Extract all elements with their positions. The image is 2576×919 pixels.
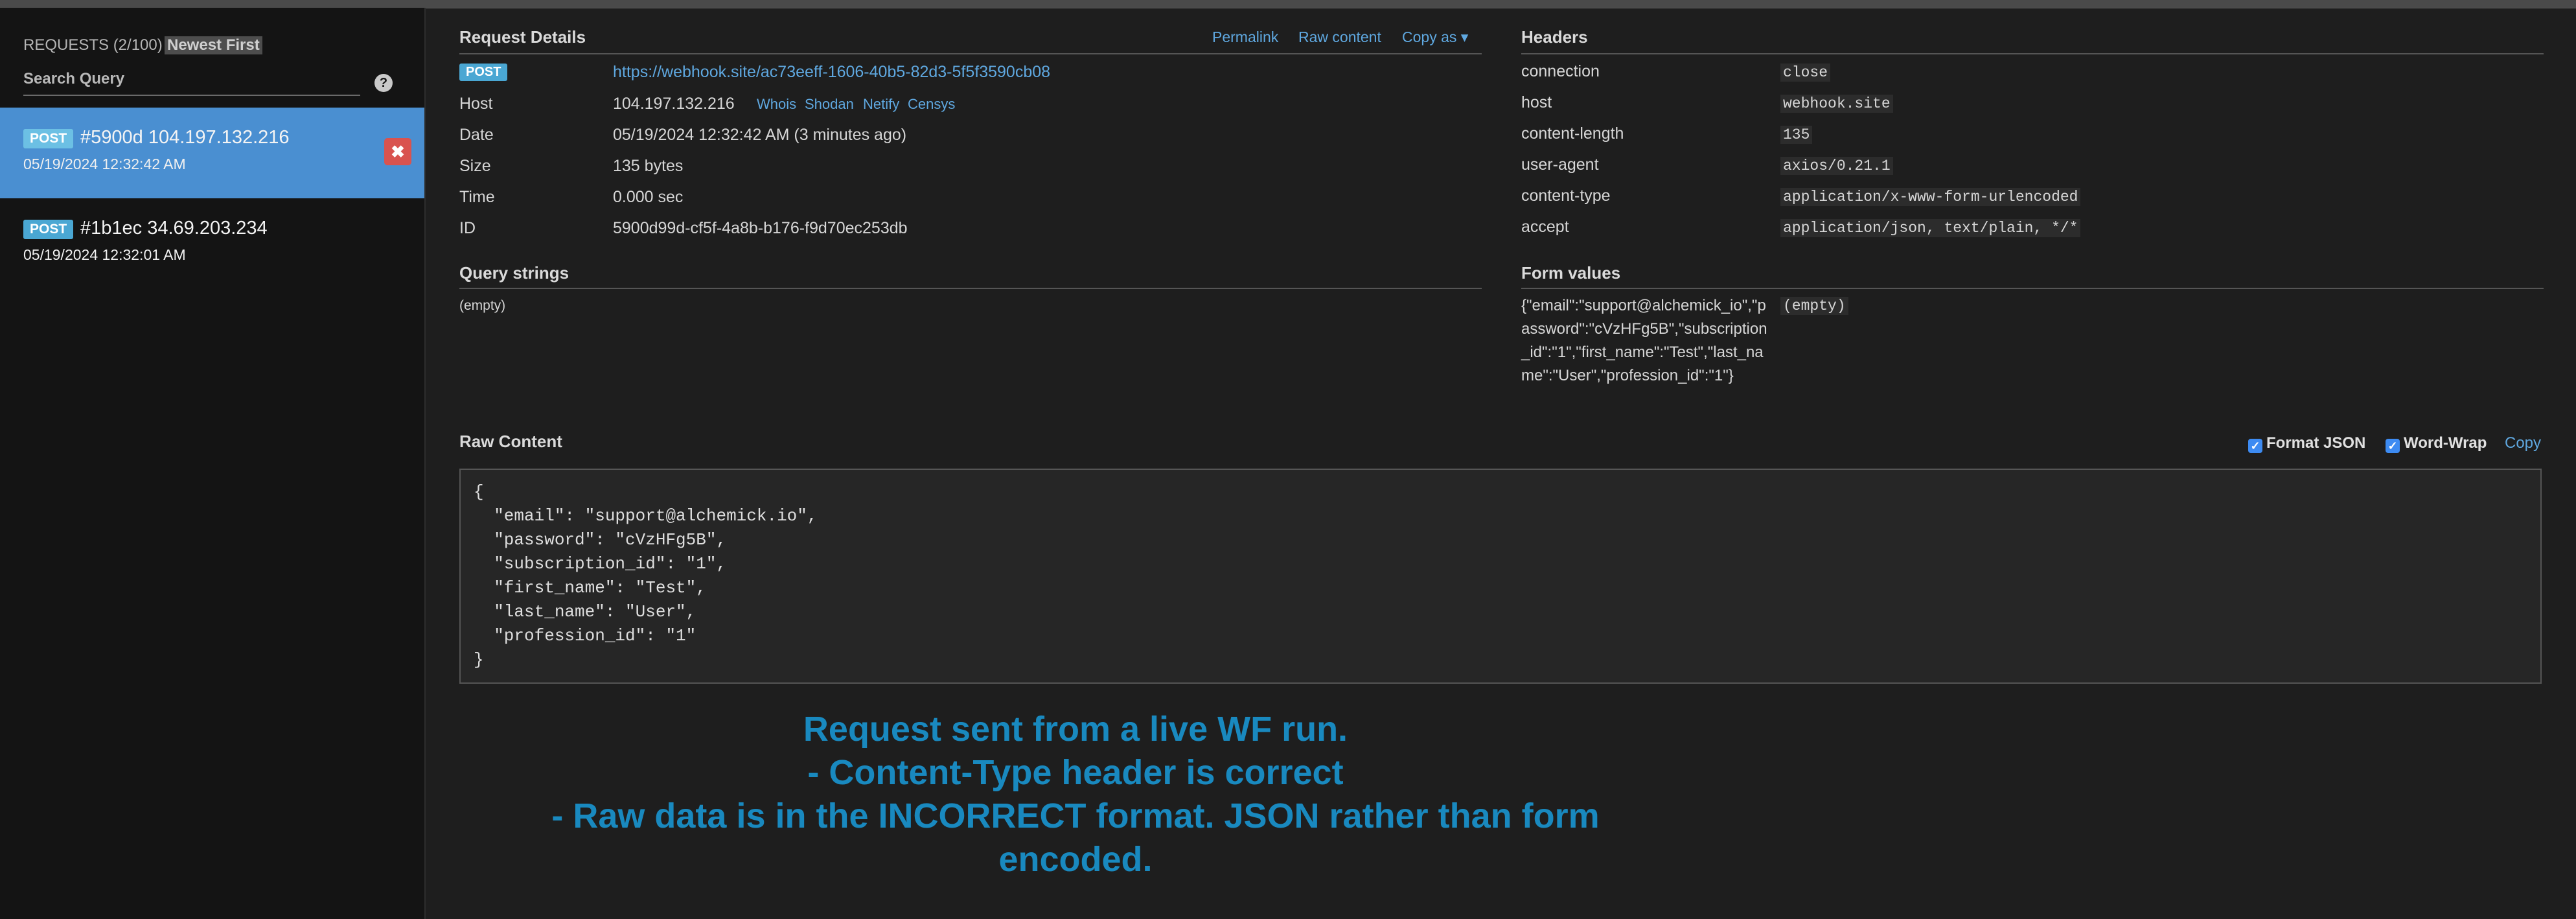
size-value: 135 bytes <box>613 157 684 175</box>
time-label: Time <box>459 188 495 206</box>
format-json-checkbox[interactable]: ✓ Format JSON <box>2248 434 2365 453</box>
query-strings-value: (empty) <box>459 298 506 313</box>
id-label: ID <box>459 219 476 237</box>
search-query-input[interactable] <box>23 64 360 96</box>
divider <box>459 288 1482 289</box>
headers-title: Headers <box>1521 27 1588 47</box>
header-name: accept <box>1521 218 1569 236</box>
annotation-line: encoded. <box>998 840 1153 879</box>
size-label: Size <box>459 157 491 175</box>
request-time: 05/19/2024 12:32:01 AM <box>23 246 186 263</box>
host-label: Host <box>459 95 493 113</box>
checkbox-checked-icon: ✓ <box>2386 439 2400 453</box>
requests-sidebar: REQUESTS (2/100) Newest First ? POST #59… <box>0 8 426 919</box>
method-badge: POST <box>459 64 508 81</box>
form-values-title: Form values <box>1521 263 1621 283</box>
annotation-line: Request sent from a live WF run. <box>803 710 1348 749</box>
header-name: host <box>1521 93 1552 111</box>
header-value: webhook.site <box>1780 95 1893 113</box>
copy-as-dropdown[interactable]: Copy as ▾ <box>1402 29 1468 46</box>
header-name: content-type <box>1521 187 1611 205</box>
raw-content-json: { "email": "support@alchemick.io", "pass… <box>474 482 818 669</box>
word-wrap-label: Word-Wrap <box>2404 434 2487 452</box>
raw-content-title: Raw Content <box>459 432 562 451</box>
header-value: 135 <box>1780 126 1813 144</box>
help-icon[interactable]: ? <box>374 74 393 92</box>
delete-request-icon[interactable]: ✖ <box>384 138 411 165</box>
request-details-title: Request Details <box>459 27 586 47</box>
copy-raw-link[interactable]: Copy <box>2505 434 2541 452</box>
annotation-line: - Content-Type header is correct <box>807 753 1344 792</box>
header-name: content-length <box>1521 124 1624 143</box>
permalink-link[interactable]: Permalink <box>1212 29 1278 46</box>
method-badge: POST <box>23 129 74 148</box>
request-item-selected[interactable]: POST #5900d 104.197.132.216 05/19/2024 1… <box>0 108 424 198</box>
header-name: user-agent <box>1521 156 1599 174</box>
method-badge: POST <box>23 220 74 239</box>
raw-content-box[interactable]: { "email": "support@alchemick.io", "pass… <box>459 469 2542 684</box>
request-title: #1b1ec 34.69.203.234 <box>80 218 268 238</box>
query-strings-title: Query strings <box>459 263 569 283</box>
format-json-label: Format JSON <box>2266 434 2366 452</box>
requests-count: REQUESTS (2/100) <box>23 36 163 54</box>
annotation-line: - Raw data is in the INCORRECT format. J… <box>551 797 1600 835</box>
request-title: #5900d 104.197.132.216 <box>80 127 290 148</box>
request-url-link[interactable]: https://webhook.site/ac73eeff-1606-40b5-… <box>613 63 1050 82</box>
annotation-text: Request sent from a live WF run. - Conte… <box>518 708 1633 881</box>
time-value: 0.000 sec <box>613 188 684 206</box>
header-value: application/json, text/plain, */* <box>1780 219 2081 237</box>
form-value-value: (empty) <box>1780 297 1848 315</box>
header-value: application/x-www-form-urlencoded <box>1780 188 2081 206</box>
raw-content-link[interactable]: Raw content <box>1298 29 1381 46</box>
censys-link[interactable]: Censys <box>908 96 955 113</box>
header-value: close <box>1780 64 1831 82</box>
header-name: connection <box>1521 62 1600 80</box>
netify-link[interactable]: Netify <box>863 96 899 113</box>
header-value: axios/0.21.1 <box>1780 157 1893 175</box>
word-wrap-checkbox[interactable]: ✓ Word-Wrap <box>2386 434 2487 453</box>
checkbox-checked-icon: ✓ <box>2248 439 2262 453</box>
divider <box>1521 288 2544 289</box>
sort-order-toggle[interactable]: Newest First <box>165 36 262 54</box>
host-value: 104.197.132.216 <box>613 95 735 113</box>
date-value: 05/19/2024 12:32:42 AM (3 minutes ago) <box>613 126 907 144</box>
divider <box>1521 53 2544 54</box>
shodan-link[interactable]: Shodan <box>805 96 854 113</box>
id-value: 5900d99d-cf5f-4a8b-b176-f9d70ec253db <box>613 219 908 237</box>
whois-link[interactable]: Whois <box>757 96 796 113</box>
divider <box>459 53 1482 54</box>
request-time: 05/19/2024 12:32:42 AM <box>23 156 186 172</box>
request-item[interactable]: POST #1b1ec 34.69.203.234 05/19/2024 12:… <box>0 198 424 289</box>
date-label: Date <box>459 126 494 144</box>
form-value-key: {"email":"support@alchemick_io","passwor… <box>1521 297 1767 384</box>
